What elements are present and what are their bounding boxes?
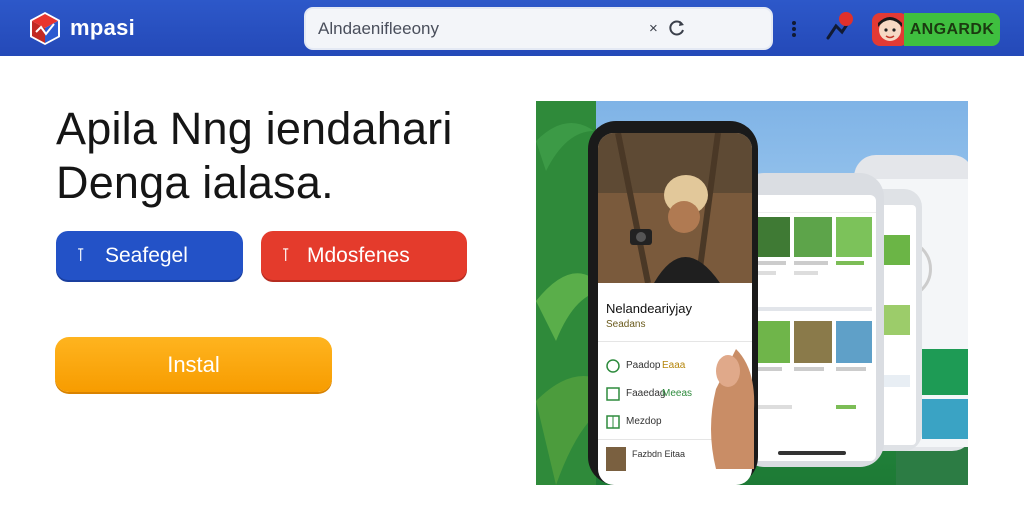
hand-illustration [711, 349, 755, 469]
user-avatar[interactable] [872, 13, 908, 46]
footer-item-label: Fazbdn Eitaa [632, 449, 686, 459]
app-logo-icon[interactable] [28, 10, 62, 46]
brand-name[interactable]: mpasi [70, 15, 135, 41]
avatar-face-icon [878, 17, 902, 41]
install-button[interactable]: Instal [55, 337, 332, 392]
primary-action-label: Seafegel [105, 244, 188, 267]
promo-image: Nelandeariyjay Seadans Paadop Eaaa Faaed… [536, 101, 968, 485]
notification-badge [839, 12, 853, 26]
menu-item-badge: Meeas [662, 388, 693, 399]
header-cta-button[interactable]: ANGARDK [904, 13, 1000, 46]
search-input[interactable] [318, 13, 618, 44]
leaf-icon [606, 359, 620, 373]
secondary-action-button[interactable]: ⊺ Mdosfenes [261, 231, 467, 280]
app-feed-grid [752, 217, 872, 455]
menu-item-label: Faaedag [626, 388, 666, 399]
menu-item-badge: Eaaa [662, 360, 686, 371]
search-bar[interactable]: × [306, 9, 771, 48]
button-icon: ⊺ [281, 245, 291, 265]
headline-line-1: Apila Nng iendahari [56, 103, 453, 154]
menu-item-label: Paadop [626, 360, 661, 371]
primary-action-button[interactable]: ⊺ Seafegel [56, 231, 243, 280]
menu-item-label: Mezdop [626, 416, 662, 427]
thumbnail [606, 447, 626, 471]
phone-title: Nelandeariyjay [606, 301, 692, 316]
top-bar: mpasi × ANGARDK [0, 0, 1024, 56]
clear-search-icon[interactable]: × [649, 20, 658, 37]
secondary-action-label: Mdosfenes [307, 244, 410, 267]
button-icon: ⊺ [76, 245, 86, 265]
list-icon [606, 387, 620, 401]
hero-headline: Apila Nng iendahari Denga ialasa. [56, 102, 496, 210]
headline-line-2: Denga ialasa. [56, 157, 334, 208]
phone-subtitle: Seadans [606, 319, 646, 330]
grid-icon [606, 415, 620, 429]
refresh-icon[interactable] [668, 19, 686, 37]
more-options-icon[interactable] [788, 18, 800, 40]
featured-photo [598, 133, 752, 283]
